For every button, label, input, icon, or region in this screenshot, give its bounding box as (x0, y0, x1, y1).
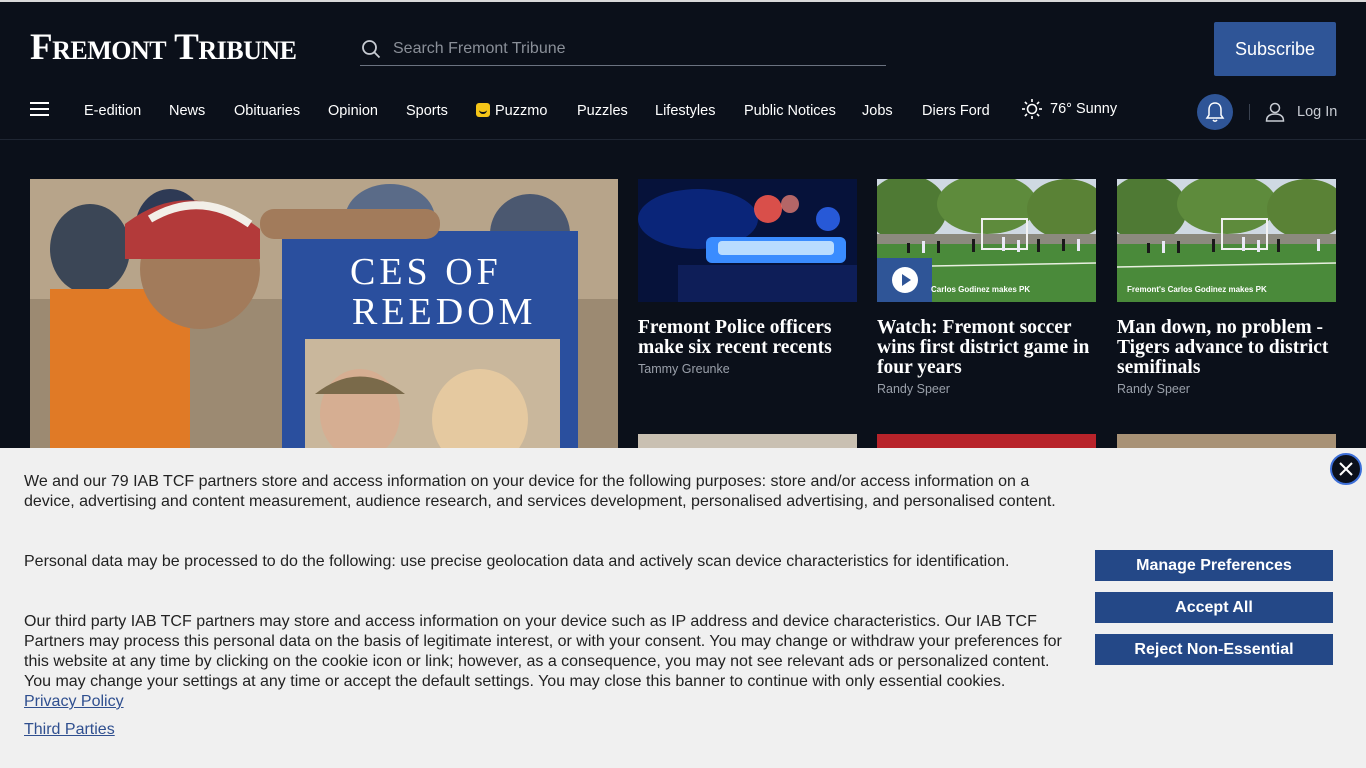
bell-icon (1205, 102, 1225, 122)
sign-text-1: CES OF (350, 251, 502, 293)
consent-purposes-text: We and our 79 IAB TCF partners store and… (24, 473, 1056, 510)
story-card-2[interactable]: Carlos Godinez makes PK Watch: Fremont s… (877, 179, 1096, 396)
nav-item-puzzmo-label: Puzzmo (495, 103, 548, 119)
story-thumbnail[interactable] (638, 179, 857, 302)
nav-item-public-notices[interactable]: Public Notices (744, 103, 836, 119)
nav-item-obituaries[interactable]: Obituaries (234, 103, 300, 119)
third-parties-link[interactable]: Third Parties (24, 721, 115, 739)
nav-item-lifestyles[interactable]: Lifestyles (655, 103, 715, 119)
video-play-button[interactable] (877, 258, 932, 302)
search-icon[interactable] (361, 39, 381, 59)
search-input[interactable] (393, 39, 873, 58)
login-link[interactable]: Log In (1265, 102, 1337, 122)
nav-item-diers-ford[interactable]: Diers Ford (922, 103, 990, 119)
puzzmo-icon (476, 103, 490, 117)
thumbnail-caption: Carlos Godinez makes PK (931, 285, 1031, 294)
nav-item-opinion[interactable]: Opinion (328, 103, 378, 119)
notifications-button[interactable] (1197, 94, 1233, 130)
consent-personal-data-text: Personal data may be processed to do the… (24, 553, 1010, 570)
manage-preferences-button[interactable]: Manage Preferences (1095, 550, 1333, 581)
nav-item-jobs[interactable]: Jobs (862, 103, 893, 119)
story-card-3[interactable]: Fremont's Carlos Godinez makes PK Man do… (1117, 179, 1336, 396)
play-icon (891, 267, 918, 293)
nav-item-puzzles[interactable]: Puzzles (577, 103, 628, 119)
nav-item-news[interactable]: News (169, 103, 205, 119)
cookie-consent-banner: We and our 79 IAB TCF partners store and… (0, 448, 1366, 768)
main-nav: E-edition News Obituaries Opinion Sports… (0, 94, 1366, 130)
weather-text: 76° Sunny (1050, 101, 1118, 117)
story-thumbnail[interactable]: Fremont's Carlos Godinez makes PK (1117, 179, 1336, 302)
story-author[interactable]: Tammy Greunke (638, 362, 857, 376)
subscribe-button[interactable]: Subscribe (1214, 22, 1336, 76)
nav-item-sports[interactable]: Sports (406, 103, 448, 119)
close-icon (1339, 462, 1353, 476)
search-bar[interactable] (360, 32, 886, 66)
consent-partners-text: Our third party IAB TCF partners may sto… (24, 613, 1062, 690)
lead-story-image[interactable]: CES OF REEDOM (30, 179, 618, 469)
reject-non-essential-button[interactable]: Reject Non-Essential (1095, 634, 1333, 665)
sign-text-2: REEDOM (352, 291, 536, 333)
story-author[interactable]: Randy Speer (1117, 382, 1336, 396)
privacy-policy-link[interactable]: Privacy Policy (24, 693, 124, 711)
story-card-1[interactable]: Fremont Police officers make six recent … (638, 179, 857, 376)
menu-icon[interactable] (30, 102, 49, 117)
story-title[interactable]: Watch: Fremont soccer wins first distric… (877, 318, 1096, 378)
story-author[interactable]: Randy Speer (877, 382, 1096, 396)
nav-divider (1249, 104, 1250, 120)
story-thumbnail[interactable]: Carlos Godinez makes PK (877, 179, 1096, 302)
site-logo[interactable]: Fremont Tribune (30, 26, 297, 69)
sun-icon (1022, 99, 1042, 119)
nav-item-e-edition[interactable]: E-edition (84, 103, 141, 119)
story-title[interactable]: Fremont Police officers make six recent … (638, 318, 857, 358)
thumbnail-caption: Fremont's Carlos Godinez makes PK (1127, 285, 1267, 294)
weather-widget[interactable]: 76° Sunny (1021, 98, 1117, 120)
site-header: Fremont Tribune Subscribe E-edition News… (0, 2, 1366, 140)
close-banner-button[interactable] (1330, 453, 1362, 485)
nav-item-puzzmo[interactable]: Puzzmo (476, 103, 547, 119)
story-title[interactable]: Man down, no problem - Tigers advance to… (1117, 318, 1336, 378)
user-icon (1265, 102, 1285, 122)
login-label: Log In (1297, 104, 1338, 120)
accept-all-button[interactable]: Accept All (1095, 592, 1333, 623)
